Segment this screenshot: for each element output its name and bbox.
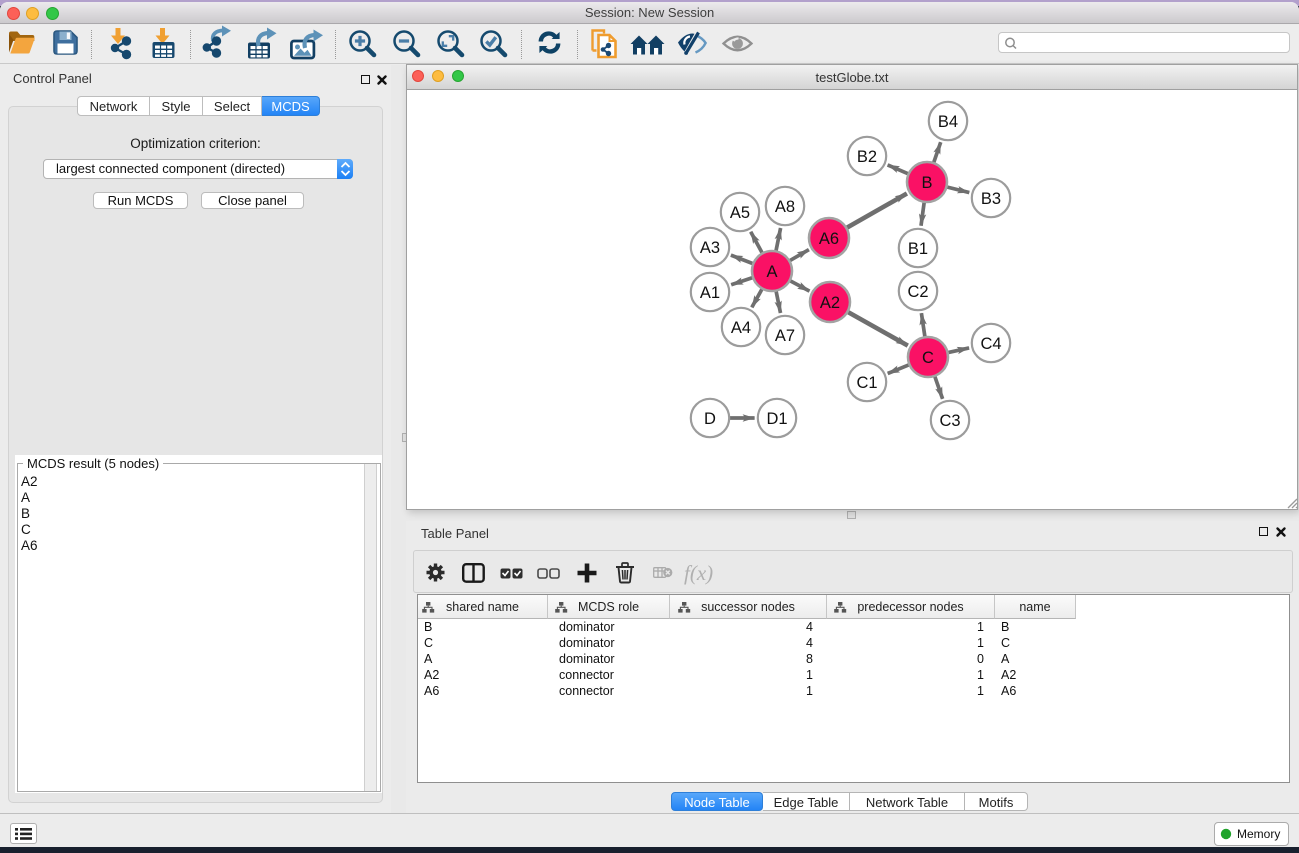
- svg-text:C1: C1: [856, 374, 877, 392]
- svg-text:C3: C3: [939, 412, 960, 430]
- svg-text:A5: A5: [730, 204, 750, 222]
- svg-text:A1: A1: [700, 284, 720, 302]
- svg-text:B: B: [921, 174, 932, 192]
- svg-text:A3: A3: [700, 239, 720, 257]
- svg-text:A: A: [766, 263, 777, 281]
- svg-text:D: D: [704, 410, 716, 428]
- svg-text:A8: A8: [775, 198, 795, 216]
- svg-text:A2: A2: [820, 294, 840, 312]
- svg-text:B1: B1: [908, 240, 928, 258]
- svg-text:B4: B4: [938, 113, 958, 131]
- svg-text:A6: A6: [819, 230, 839, 248]
- svg-text:A4: A4: [731, 319, 751, 337]
- svg-text:C4: C4: [980, 335, 1001, 353]
- svg-text:A7: A7: [775, 327, 795, 345]
- svg-text:B2: B2: [857, 148, 877, 166]
- svg-text:D1: D1: [766, 410, 787, 428]
- svg-text:C2: C2: [907, 283, 928, 301]
- svg-text:B3: B3: [981, 190, 1001, 208]
- svg-text:C: C: [922, 349, 934, 367]
